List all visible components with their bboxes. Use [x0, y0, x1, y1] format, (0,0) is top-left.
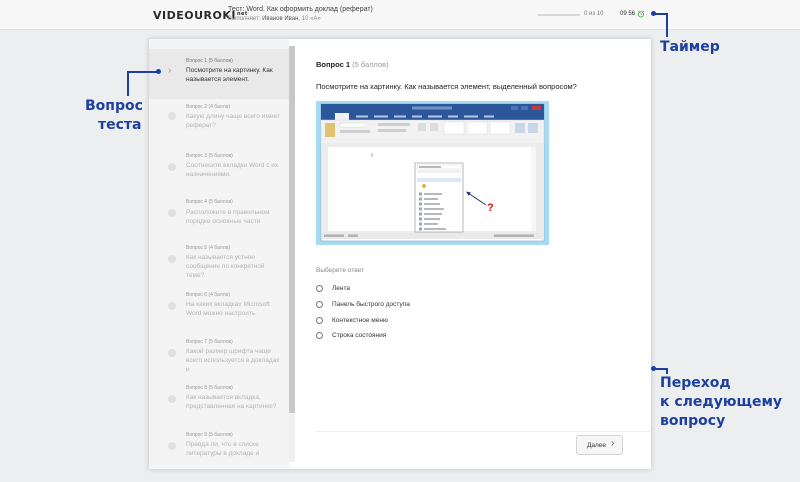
question-item-head: Вопрос 1 (5 баллов) — [186, 58, 233, 64]
question-item-head: Вопрос 3 (5 баллов) — [186, 153, 233, 159]
answer-option-label[interactable]: Строка состояния — [332, 332, 386, 339]
annotation-question-line1: Вопрос — [85, 98, 143, 114]
question-item-text: Соотнесите вкладки Word с их назначениям… — [186, 162, 279, 178]
annotation-next-line2: к следующему — [660, 394, 783, 410]
answer-option-label[interactable]: Лента — [332, 285, 350, 292]
question-item-text: Расположите в правильном порядке основны… — [186, 209, 270, 225]
status-dot-icon — [168, 302, 176, 310]
next-button[interactable]: Далее › — [576, 435, 623, 455]
status-dot-icon — [168, 112, 176, 120]
chevron-right-icon: › — [168, 65, 172, 76]
question-item-4[interactable]: Вопрос 4 (5 баллов) Расположите в правил… — [149, 196, 289, 246]
annotation-next-line3: вопросу — [660, 413, 726, 429]
question-item-head: Вопрос 8 (5 баллов) — [186, 385, 233, 391]
radio-button[interactable] — [316, 317, 323, 324]
annotation-next-line1: Переход — [660, 375, 731, 391]
question-item-head: Вопрос 7 (5 баллов) — [186, 339, 233, 345]
status-dot-icon — [168, 395, 176, 403]
annotation-connector — [127, 71, 129, 96]
performer-class: , 10 «А» — [298, 16, 321, 22]
question-item-7[interactable]: Вопрос 7 (5 баллов) Какой размер шрифта … — [149, 336, 289, 386]
question-item-text: Как называется устное сообщение по конкр… — [186, 254, 265, 279]
status-dot-icon — [168, 442, 176, 450]
question-text: Посмотрите на картинку. Как называется э… — [316, 82, 577, 91]
question-item-head: Вопрос 9 (5 баллов) — [186, 432, 233, 438]
footer-divider — [316, 431, 651, 432]
question-points: (5 баллов) — [352, 60, 389, 69]
test-title: Тест: Word. Как оформить доклад (реферат… — [228, 6, 373, 13]
question-item-text: Какой размер шрифта чаще всего используе… — [186, 348, 280, 373]
question-item-2[interactable]: Вопрос 2 (4 балла) Какую длину чаще всег… — [149, 99, 289, 149]
question-item-1[interactable]: › Вопрос 1 (5 баллов) Посмотрите на карт… — [149, 49, 289, 99]
question-item-text: Какую длину чаще всего имеет реферат? — [186, 113, 280, 129]
radio-button[interactable] — [316, 332, 323, 339]
question-item-head: Вопрос 6 (4 балла) — [186, 292, 231, 298]
question-item-5[interactable]: Вопрос 5 (4 балла) Как называется устное… — [149, 242, 289, 292]
question-item-head: Вопрос 5 (4 балла) — [186, 245, 231, 251]
question-image: ? — [316, 101, 549, 245]
status-dot-icon — [168, 349, 176, 357]
answer-option-label[interactable]: Контекстное меню — [332, 317, 388, 324]
status-dot-icon — [168, 255, 176, 263]
logo-text: VIDEOUROKI — [153, 9, 236, 22]
question-mark: ? — [487, 202, 494, 214]
question-item-9[interactable]: Вопрос 9 (5 баллов) Правда ли, что в спи… — [149, 429, 289, 469]
status-dot-icon — [168, 209, 176, 217]
performer-label: Выполняет: — [228, 16, 261, 22]
answer-option-label[interactable]: Панель быстрого доступа — [332, 301, 410, 308]
annotation-timer: Таймер — [660, 39, 720, 55]
radio-button[interactable] — [316, 285, 323, 292]
question-content: Вопрос 1 (5 баллов) Посмотрите на картин… — [316, 39, 651, 469]
annotation-connector — [128, 71, 157, 73]
chevron-right-icon: › — [611, 438, 615, 449]
question-heading: Вопрос 1 (5 баллов) — [316, 60, 389, 69]
question-item-8[interactable]: Вопрос 8 (5 баллов) Как называется вклад… — [149, 382, 289, 432]
performer-name: Иванов Иван — [262, 16, 299, 22]
annotation-question-line2: теста — [98, 117, 142, 133]
progress-bar — [538, 14, 580, 16]
sidebar-scrollbar[interactable] — [289, 46, 295, 462]
answer-label: Выберите ответ — [316, 267, 365, 274]
question-item-text: Правда ли, что в списке литературы в док… — [186, 441, 260, 457]
question-item-3[interactable]: Вопрос 3 (5 баллов) Соотнесите вкладки W… — [149, 150, 289, 200]
alarm-clock-icon — [637, 10, 645, 18]
annotation-connector — [666, 13, 668, 37]
question-number: Вопрос 1 — [316, 60, 351, 69]
scrollbar-thumb[interactable] — [289, 46, 295, 413]
question-sidebar: › Вопрос 1 (5 баллов) Посмотрите на карт… — [149, 39, 289, 469]
next-button-label: Далее — [587, 442, 607, 449]
status-dot-icon — [168, 163, 176, 171]
question-item-head: Вопрос 2 (4 балла) — [186, 104, 231, 110]
test-card: › Вопрос 1 (5 баллов) Посмотрите на карт… — [149, 39, 651, 469]
performer-info: Выполняет: Иванов Иван, 10 «А» — [228, 16, 321, 22]
timer-text: 09 56 — [620, 11, 636, 17]
progress-text: 0 из 10 — [584, 11, 604, 17]
top-bar: VIDEOUROKInet Тест: Word. Как оформить д… — [0, 0, 800, 30]
question-item-text: На каких вкладках Microsoft Word можно н… — [186, 301, 270, 317]
question-item-text: Посмотрите на картинку. Как называется э… — [186, 67, 273, 83]
question-item-text: Как называется вкладка, представленная н… — [186, 394, 277, 410]
question-item-6[interactable]: Вопрос 6 (4 балла) На каких вкладках Mic… — [149, 289, 289, 339]
radio-button[interactable] — [316, 301, 323, 308]
question-item-head: Вопрос 4 (5 баллов) — [186, 199, 233, 205]
